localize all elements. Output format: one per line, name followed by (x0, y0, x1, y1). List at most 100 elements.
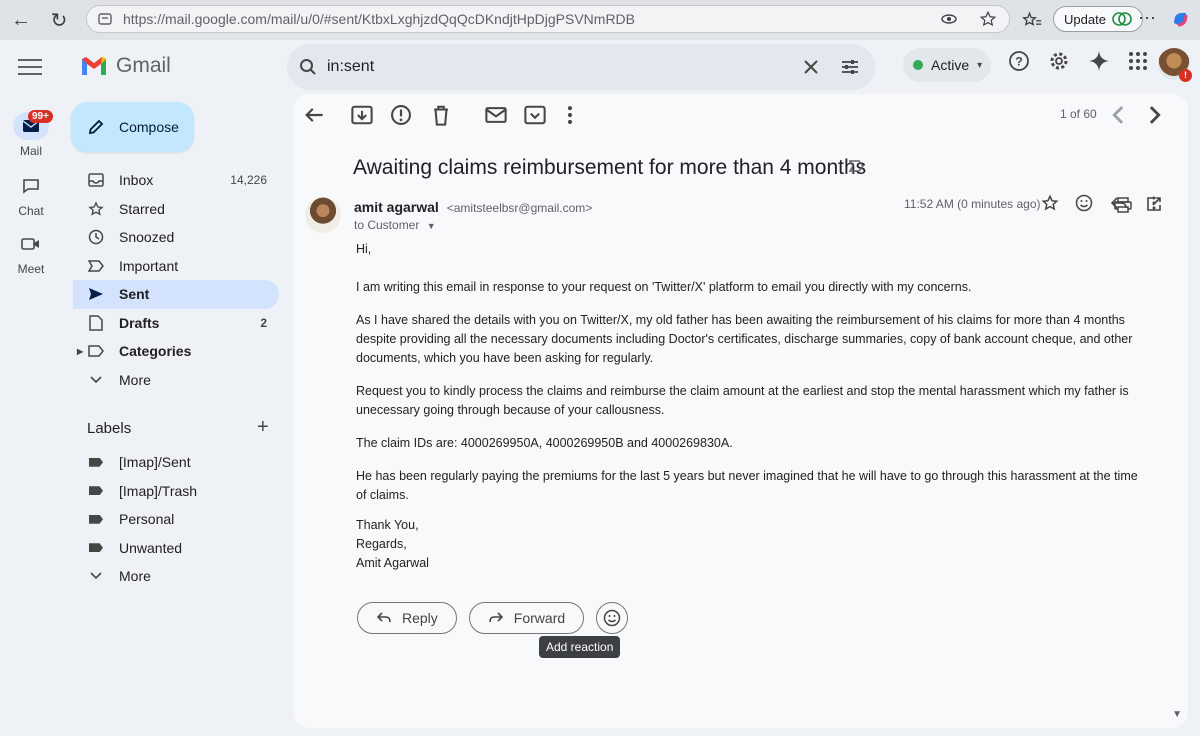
signature: Thank You, Regards, Amit Agarwal (356, 516, 429, 573)
sidebar-item-label: Drafts (119, 314, 160, 331)
search-icon[interactable] (299, 58, 317, 76)
reply-icon[interactable] (1110, 194, 1128, 212)
settings-gear-icon[interactable] (1048, 50, 1070, 72)
message-toolbar: 1 of 60 (293, 94, 1188, 138)
copilot-icon[interactable] (1170, 9, 1190, 29)
caret-down-icon: ▼ (426, 221, 436, 231)
back-arrow-icon[interactable]: ← (6, 5, 36, 35)
delete-trash-icon[interactable] (430, 104, 452, 126)
chevron-down-icon (87, 376, 105, 384)
add-label-icon[interactable]: + (257, 416, 269, 439)
video-camera-icon (13, 230, 49, 258)
url-text[interactable]: https://mail.google.com/mail/u/0/#sent/K… (123, 11, 635, 27)
to-line: to Customer (354, 218, 420, 232)
archive-icon[interactable] (351, 104, 373, 126)
sidebar-item-drafts[interactable]: Drafts 2 (73, 309, 279, 338)
update-button[interactable]: Update (1053, 6, 1143, 32)
apps-grid-icon[interactable] (1128, 51, 1148, 71)
sidebar-item-inbox[interactable]: Inbox 14,226 (73, 166, 279, 195)
reply-arrow-icon (376, 612, 391, 623)
sender-name[interactable]: amit agarwal (354, 199, 439, 215)
signature-line: Amit Agarwal (356, 556, 429, 570)
sidebar-item-imap-sent[interactable]: [Imap]/Sent (73, 448, 279, 477)
sidebar-item-imap-trash[interactable]: [Imap]/Trash (73, 477, 279, 506)
compose-button[interactable]: Compose (71, 102, 194, 152)
forward-button[interactable]: Forward (468, 602, 585, 634)
gmail-app: Gmail in:sent Active ▾ ? ! 99+ Mail Chat… (0, 40, 1200, 736)
label-tag-icon (87, 486, 105, 496)
help-icon[interactable]: ? (1008, 50, 1030, 72)
account-avatar[interactable]: ! (1158, 48, 1192, 82)
more-vert-icon[interactable] (559, 104, 581, 126)
gmail-logo[interactable]: Gmail (80, 54, 171, 78)
account-alert-icon: ! (1179, 69, 1192, 82)
sidebar-item-label: Snoozed (119, 229, 175, 246)
clear-search-icon[interactable] (803, 59, 819, 75)
chevron-right-icon[interactable] (1143, 104, 1165, 126)
importance-marker-icon[interactable] (849, 160, 865, 172)
important-icon (87, 260, 105, 272)
sidebar-item-unwanted[interactable]: Unwanted (73, 534, 279, 563)
recipient-details[interactable]: to Customer ▼ (354, 218, 436, 232)
body-paragraph: As I have shared the details with you on… (356, 313, 1133, 365)
main-menu-icon[interactable] (18, 54, 42, 78)
clock-icon (87, 229, 105, 245)
sidebar-item-snoozed[interactable]: Snoozed (73, 223, 279, 252)
sidebar-item-personal[interactable]: Personal (73, 505, 279, 534)
status-dropdown[interactable]: Active ▾ (903, 48, 991, 82)
sidebar-item-more[interactable]: More (73, 366, 279, 395)
sidebar-item-starred[interactable]: Starred (73, 195, 279, 224)
rail-chat[interactable]: Chat (0, 172, 62, 218)
label-tag-icon (87, 543, 105, 553)
label-icon (87, 345, 105, 357)
star-message-icon[interactable] (1041, 194, 1059, 212)
browser-toolbar: ← ↻ https://mail.google.com/mail/u/0/#se… (0, 0, 1200, 40)
reload-icon[interactable]: ↻ (44, 5, 74, 35)
favorites-icon[interactable] (1022, 10, 1042, 30)
search-options-icon[interactable] (841, 58, 859, 76)
signature-line: Regards, (356, 537, 407, 551)
labels-more[interactable]: More (73, 562, 279, 591)
send-icon (87, 287, 105, 301)
body-paragraph: Request you to kindly process the claims… (356, 384, 1129, 417)
emoji-react-icon[interactable] (1075, 194, 1093, 212)
site-info-icon[interactable] (97, 11, 113, 27)
message-more-icon[interactable] (1146, 194, 1162, 212)
active-status-dot (913, 60, 923, 70)
sidebar-item-important[interactable]: Important (73, 252, 279, 281)
sidebar-item-label: More (119, 568, 151, 585)
gemini-sparkle-icon[interactable] (1088, 50, 1110, 72)
rail-mail[interactable]: 99+ Mail (0, 110, 62, 158)
rail-mail-label: Mail (19, 144, 42, 158)
report-spam-icon[interactable] (390, 104, 412, 126)
update-profile-icon (1112, 12, 1132, 26)
smiley-icon (603, 609, 621, 627)
message-subject: Awaiting claims reimbursement for more t… (353, 156, 867, 179)
more-menu-icon[interactable]: ⋯ (1138, 8, 1156, 29)
sidebar-item-sent[interactable]: Sent (73, 280, 279, 309)
back-to-list-icon[interactable] (303, 104, 325, 126)
tracking-eye-icon[interactable] (941, 11, 957, 27)
scroll-down-arrow-icon[interactable]: ▼ (1172, 709, 1182, 720)
star-bookmark-icon[interactable] (979, 10, 997, 28)
sender-avatar[interactable] (305, 197, 341, 233)
body-paragraph: I am writing this email in response to y… (356, 280, 972, 294)
mark-unread-icon[interactable] (485, 104, 507, 126)
body-paragraph: The claim IDs are: 4000269950A, 40002699… (356, 436, 733, 450)
search-bar[interactable]: in:sent (287, 44, 875, 90)
move-to-icon[interactable] (524, 104, 546, 126)
rail-meet[interactable]: Meet (0, 230, 62, 276)
gmail-header: Gmail in:sent Active ▾ ? ! (0, 40, 1200, 92)
add-reaction-button[interactable] (596, 602, 629, 634)
address-bar[interactable]: https://mail.google.com/mail/u/0/#sent/K… (86, 5, 1010, 33)
search-input[interactable]: in:sent (327, 58, 374, 76)
forward-arrow-icon (488, 612, 503, 623)
chevron-down-icon: ▾ (977, 59, 983, 71)
sidebar-item-categories[interactable]: ▶ Categories (73, 337, 279, 366)
expand-arrow-icon[interactable]: ▶ (77, 347, 83, 356)
star-icon (87, 201, 105, 217)
chevron-left-icon[interactable] (1108, 104, 1130, 126)
inbox-icon (87, 173, 105, 187)
chevron-down-icon (87, 572, 105, 580)
reply-button[interactable]: Reply (357, 602, 457, 634)
